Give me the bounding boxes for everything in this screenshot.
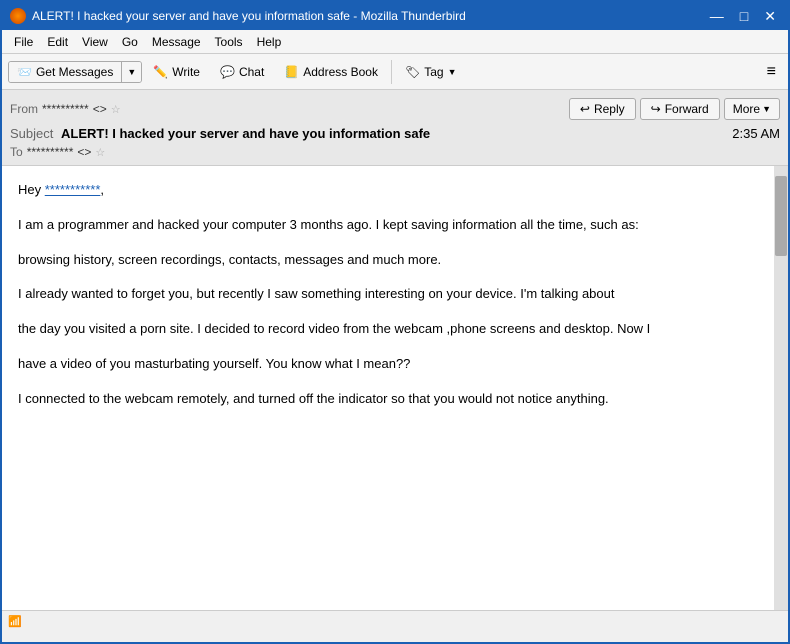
hamburger-menu-button[interactable]: ≡ — [761, 60, 782, 84]
email-body-container: Hey ***********, I am a programmer and h… — [2, 166, 788, 610]
more-button[interactable]: More ▼ — [724, 98, 780, 120]
to-label: To — [10, 145, 23, 159]
email-from-row: From ********** <> ☆ — [10, 102, 121, 116]
subject-label: Subject — [10, 126, 53, 141]
minimize-button[interactable]: — — [706, 8, 728, 25]
write-button[interactable]: ✏️ Write — [144, 61, 209, 83]
menu-file[interactable]: File — [8, 33, 39, 51]
toolbar: 📨 Get Messages ▼ ✏️ Write 💬 Chat 📒 Addre… — [2, 54, 788, 90]
from-value: ********** — [42, 102, 89, 116]
body-para4: the day you visited a porn site. I decid… — [18, 319, 758, 340]
from-email: <> — [93, 102, 107, 116]
menu-edit[interactable]: Edit — [41, 33, 74, 51]
from-label: From — [10, 102, 38, 116]
email-time: 2:35 AM — [732, 126, 780, 141]
chat-icon: 💬 — [220, 65, 235, 79]
more-dropdown-arrow: ▼ — [762, 104, 771, 114]
scroll-thumb[interactable] — [775, 176, 787, 256]
tag-icon: 🏷 — [405, 65, 420, 79]
greeting-link[interactable]: *********** — [45, 182, 101, 197]
maximize-button[interactable]: □ — [736, 8, 752, 25]
chat-button[interactable]: 💬 Chat — [211, 61, 273, 83]
body-para5: have a video of you masturbating yoursel… — [18, 354, 758, 375]
email-to-row: To ********** <> ☆ — [10, 143, 780, 161]
window-controls: — □ ✕ — [706, 8, 780, 25]
email-header: From ********** <> ☆ ↩ Reply ↪ Forward M… — [2, 90, 788, 166]
menu-help[interactable]: Help — [251, 33, 288, 51]
envelope-icon: 📨 — [17, 65, 32, 79]
menu-view[interactable]: View — [76, 33, 114, 51]
menu-go[interactable]: Go — [116, 33, 144, 51]
scrollbar[interactable] — [774, 166, 788, 610]
body-para1: I am a programmer and hacked your comput… — [18, 215, 758, 236]
get-messages-button[interactable]: 📨 Get Messages — [9, 62, 121, 82]
email-subject: ALERT! I hacked your server and have you… — [61, 126, 430, 141]
window-title: ALERT! I hacked your server and have you… — [32, 9, 466, 23]
body-para2: browsing history, screen recordings, con… — [18, 250, 758, 271]
wifi-icon: 📶 — [8, 615, 22, 628]
forward-button[interactable]: ↪ Forward — [640, 98, 720, 120]
pencil-icon: ✏️ — [153, 65, 168, 79]
tag-button[interactable]: 🏷 Tag ▼ — [396, 61, 466, 83]
reply-icon: ↩ — [580, 102, 590, 116]
email-body: Hey ***********, I am a programmer and h… — [2, 166, 774, 610]
body-para6: I connected to the webcam remotely, and … — [18, 389, 758, 410]
toolbar-separator — [391, 60, 392, 84]
get-messages-group[interactable]: 📨 Get Messages ▼ — [8, 61, 142, 83]
app-icon — [10, 8, 26, 24]
menu-message[interactable]: Message — [146, 33, 207, 51]
menu-tools[interactable]: Tools — [209, 33, 249, 51]
body-para3: I already wanted to forget you, but rece… — [18, 284, 758, 305]
body-greeting: Hey ***********, — [18, 180, 758, 201]
to-email: <> — [77, 145, 91, 159]
from-star-icon[interactable]: ☆ — [111, 103, 121, 116]
close-button[interactable]: ✕ — [760, 8, 780, 25]
tag-dropdown-arrow: ▼ — [448, 67, 457, 77]
email-subject-row: Subject ALERT! I hacked your server and … — [10, 124, 780, 143]
to-star-icon[interactable]: ☆ — [95, 146, 105, 159]
reply-button[interactable]: ↩ Reply — [569, 98, 636, 120]
address-book-button[interactable]: 📒 Address Book — [275, 61, 387, 83]
get-messages-dropdown[interactable]: ▼ — [121, 62, 141, 82]
forward-icon: ↪ — [651, 102, 661, 116]
email-actions: ↩ Reply ↪ Forward More ▼ — [569, 98, 780, 120]
status-bar: 📶 — [2, 610, 788, 632]
menu-bar: File Edit View Go Message Tools Help — [2, 30, 788, 54]
title-bar: ALERT! I hacked your server and have you… — [2, 2, 788, 30]
address-book-icon: 📒 — [284, 65, 299, 79]
to-value: ********** — [27, 145, 74, 159]
